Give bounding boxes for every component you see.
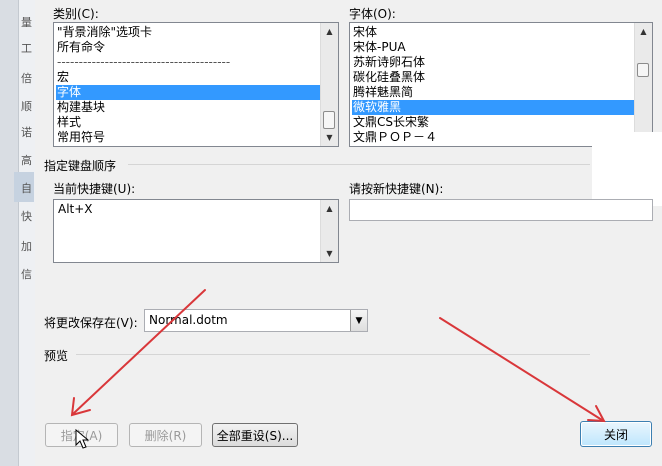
annotation-arrows — [70, 289, 606, 449]
arrow-to-close-line — [439, 317, 603, 421]
arrow-to-assign-line — [73, 289, 206, 414]
mouse-cursor-icon — [75, 428, 90, 449]
